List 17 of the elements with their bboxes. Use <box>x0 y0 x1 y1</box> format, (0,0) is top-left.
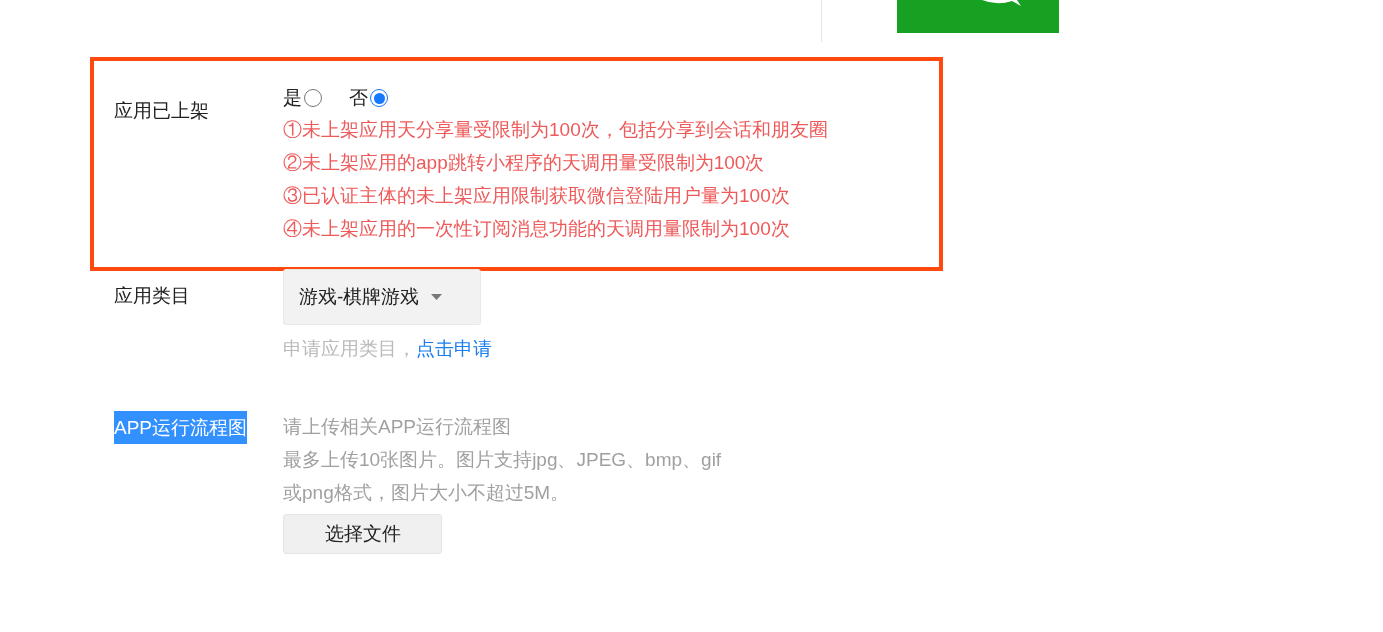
category-dropdown[interactable]: 游戏-棋牌游戏 <box>283 269 481 325</box>
upload-hint-text: 最多上传10张图片。图片支持jpg、JPEG、bmp、gif <box>283 448 722 472</box>
notice-text: ②未上架应用的app跳转小程序的天调用量受限制为100次 <box>283 151 766 175</box>
notice-text: ①未上架应用天分享量受限制为100次，包括分享到会话和朋友圈 <box>283 118 828 142</box>
notice-text: ④未上架应用的一次性订阅消息功能的天调用量限制为100次 <box>283 217 791 241</box>
upload-hint-text: 或png格式，图片大小不超过5M。 <box>283 481 571 505</box>
field-label: APP运行流程图 <box>114 411 248 444</box>
field-label: 应用类目 <box>114 284 191 308</box>
hint-text: 申请应用类目， <box>283 337 416 361</box>
notice-text: ③已认证主体的未上架应用限制获取微信登陆用户量为100次 <box>283 184 791 208</box>
caret-icon <box>431 294 443 300</box>
choose-file-button[interactable]: 选择文件 <box>283 514 442 554</box>
radio-option[interactable]: 否 <box>349 83 388 113</box>
apply-link[interactable]: 点击申请 <box>416 334 492 364</box>
upload-hint-text: 请上传相关APP运行流程图 <box>283 415 513 439</box>
field-label: 应用已上架 <box>114 99 210 123</box>
radio-option[interactable]: 是 <box>283 83 322 113</box>
